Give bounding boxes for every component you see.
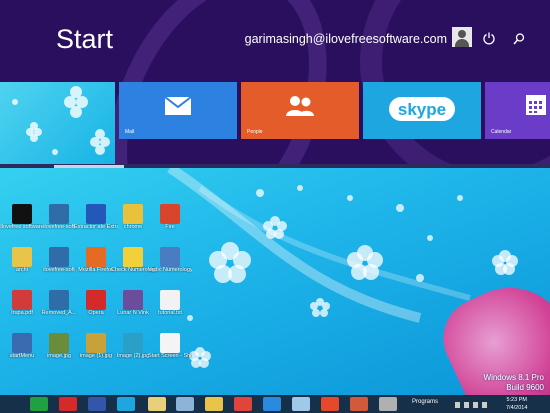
taskbar-windows-start-icon[interactable] (30, 397, 48, 411)
desktop-icon-image (160, 204, 180, 224)
taskbar-store-icon[interactable] (321, 397, 339, 411)
taskbar: Programs 5:23 PM 7/4/2014 (0, 395, 550, 413)
watermark-build: Build 9600 (506, 383, 544, 392)
desktop-icon[interactable]: Vedic Numerology (148, 247, 192, 273)
taskbar-desktop-icon[interactable] (117, 397, 135, 411)
desktop-icon-label: tutorial.txt (158, 310, 182, 316)
taskbar-stop-icon[interactable] (59, 397, 77, 411)
tile-people-label: People (247, 129, 263, 135)
user-avatar[interactable] (452, 27, 472, 47)
taskbar-chrome-icon[interactable] (234, 397, 252, 411)
power-icon (483, 32, 495, 45)
desktop-icon-image (12, 333, 32, 353)
taskbar-folder-icon[interactable] (205, 397, 223, 411)
desktop-icon-image (49, 333, 69, 353)
desktop-icon[interactable]: tutorial.txt (148, 290, 192, 316)
tile-mail[interactable]: Mail (119, 82, 237, 139)
tile-people[interactable]: People (241, 82, 359, 139)
tile-calendar[interactable]: Calendar (485, 82, 550, 139)
tile-skype[interactable]: skype (363, 82, 481, 139)
taskbar-clock[interactable]: 5:23 PM 7/4/2014 (506, 396, 527, 412)
desktop-icon-image (123, 204, 143, 224)
people-icon (286, 96, 314, 116)
desktop-icon-image (49, 204, 69, 224)
desktop-icon-image (86, 333, 106, 353)
desktop-icon-label: Vedic Numerology (148, 267, 192, 273)
desktop-icon-image (86, 290, 106, 310)
calendar-icon (526, 95, 546, 115)
desktop-icon[interactable]: Fire (148, 204, 192, 230)
watermark-edition: Windows 8.1 Pro (483, 373, 544, 382)
windows-screen: Start garimasingh@ilovefreesoftware.com (0, 0, 550, 413)
avatar-head (458, 30, 466, 38)
desktop-icon-image (49, 247, 69, 267)
avatar-body (455, 39, 469, 47)
desktop-area[interactable]: Ilovefree software ilovefree-soft Extracto… (0, 168, 550, 395)
desktop-icon-image (123, 247, 143, 267)
search-icon (513, 33, 525, 45)
user-account-name[interactable]: garimasingh@ilovefreesoftware.com (245, 32, 447, 46)
desktop-icon-image (160, 247, 180, 267)
taskbar-app-icon[interactable] (88, 397, 106, 411)
taskbar-ie-icon[interactable] (263, 397, 281, 411)
taskbar-app-icon[interactable] (148, 397, 166, 411)
taskbar-programs-toolbar[interactable]: Programs (412, 399, 438, 405)
taskbar-pen-icon[interactable] (292, 397, 310, 411)
power-button[interactable] (482, 30, 496, 45)
tile-desktop[interactable] (0, 82, 115, 164)
desktop-icon-image (86, 247, 106, 267)
desktop-icon-image (49, 290, 69, 310)
taskbar-scan-icon[interactable] (379, 397, 397, 411)
start-title: Start (56, 24, 114, 54)
desktop-icon-image (12, 247, 32, 267)
desktop-icon-image (12, 290, 32, 310)
tile-calendar-label: Calendar (491, 129, 512, 135)
desktop-icon-image (123, 290, 143, 310)
desktop-icon-image (123, 333, 143, 353)
desktop-icon-image (12, 204, 32, 224)
desktop-icon-label: Fire (165, 224, 175, 230)
desktop-icon-label: Start Screen - Shortcut (148, 353, 192, 359)
skype-logo-icon: skype (389, 97, 455, 121)
skype-logo-text: skype (398, 100, 446, 119)
windows-build-watermark: Windows 8.1 Pro Build 9600 (484, 373, 544, 393)
desktop-icon-image (160, 333, 180, 353)
clock-time: 5:23 PM (506, 397, 527, 403)
search-button[interactable] (512, 31, 526, 45)
desktop-icon-image (86, 204, 106, 224)
flower-pattern (12, 86, 110, 155)
taskbar-paint-icon[interactable] (350, 397, 368, 411)
taskbar-chart-icon[interactable] (176, 397, 194, 411)
mail-icon (164, 96, 192, 115)
desktop-icon[interactable]: Start Screen - Shortcut (148, 333, 192, 359)
tray-icons (455, 402, 487, 408)
desktop-icon-image (160, 290, 180, 310)
clock-date: 7/4/2014 (506, 405, 528, 411)
tile-mail-label: Mail (125, 129, 135, 135)
